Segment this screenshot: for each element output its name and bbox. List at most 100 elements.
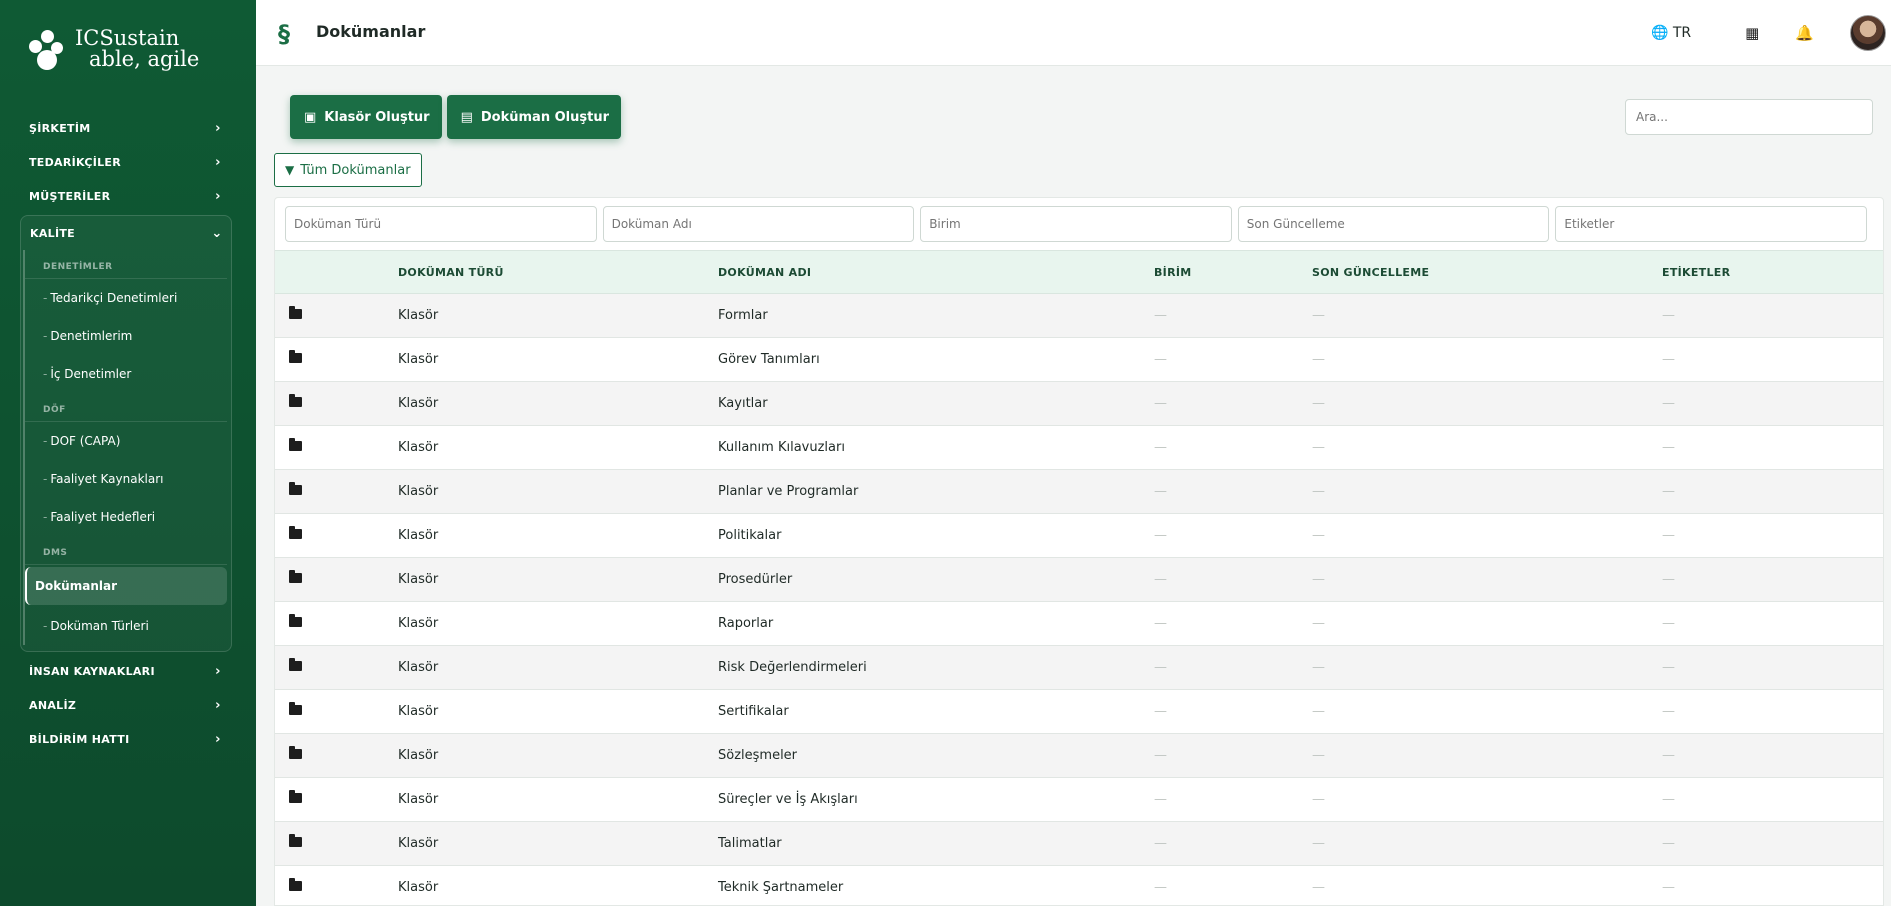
avatar[interactable] <box>1850 15 1886 51</box>
chevron-right-icon: › <box>215 731 221 747</box>
sidebar-item-tedarikciler[interactable]: TEDARİKÇİLER › <box>20 145 232 179</box>
sidebar-item-bildirim-hatti[interactable]: BİLDİRİM HATTI › <box>20 722 232 756</box>
table-row[interactable]: Klasör Prosedürler — — — <box>275 558 1883 602</box>
table-row[interactable]: Klasör Kayıtlar — — — <box>275 382 1883 426</box>
column-header-type[interactable]: DOKÜMAN TÜRÜ <box>398 266 718 279</box>
sidebar-subitem-dokumanlar[interactable]: Dokümanlar <box>25 567 227 605</box>
cell-type: Klasör <box>398 616 439 631</box>
cell-type: Klasör <box>398 748 439 763</box>
sidebar-nav: ŞİRKETİM › TEDARİKÇİLER › MÜŞTERİLER › K… <box>20 111 232 756</box>
cell-unit: — <box>1154 572 1167 587</box>
cell-name: Sözleşmeler <box>718 748 798 763</box>
sidebar-item-label: TEDARİKÇİLER <box>29 155 122 169</box>
cell-last-update: — <box>1312 660 1325 675</box>
cell-name: Prosedürler <box>718 572 793 587</box>
cell-last-update: — <box>1312 880 1325 895</box>
table-icon[interactable]: ▦ <box>1745 24 1759 42</box>
create-document-button[interactable]: ▤ Doküman Oluştur <box>446 95 621 139</box>
cell-tags: — <box>1662 572 1675 587</box>
language-code: TR <box>1672 25 1692 41</box>
search-input[interactable] <box>1625 99 1873 135</box>
table-row[interactable]: Klasör Görev Tanımları — — — <box>275 338 1883 382</box>
cell-unit: — <box>1154 748 1167 763</box>
sidebar-subitem-dokuman-turleri[interactable]: - Doküman Türleri <box>25 607 231 645</box>
filter-tags-input[interactable] <box>1555 206 1867 242</box>
table-row[interactable]: Klasör Talimatlar — — — <box>275 822 1883 866</box>
folder-icon <box>289 878 302 891</box>
cell-type: Klasör <box>398 836 439 851</box>
cell-tags: — <box>1662 704 1675 719</box>
cell-name: Teknik Şartnameler <box>718 880 844 895</box>
sidebar-item-musteriler[interactable]: MÜŞTERİLER › <box>20 179 232 213</box>
cell-tags: — <box>1662 528 1675 543</box>
cell-last-update: — <box>1312 792 1325 807</box>
sidebar-item-label: BİLDİRİM HATTI <box>29 732 130 746</box>
cell-name: Talimatlar <box>718 836 782 851</box>
column-header-name[interactable]: DOKÜMAN ADI <box>718 266 1154 279</box>
table-row[interactable]: Klasör Sözleşmeler — — — <box>275 734 1883 778</box>
action-buttons: ▣ Klasör Oluştur ▤ Doküman Oluştur <box>290 95 626 139</box>
sidebar-item-analiz[interactable]: ANALİZ › <box>20 688 232 722</box>
cell-unit: — <box>1154 440 1167 455</box>
brand-logo[interactable]: ICSustain able, agile <box>27 24 199 74</box>
sidebar-subitem-denetimlerim[interactable]: - Denetimlerim <box>25 317 231 355</box>
bell-icon[interactable]: 🔔 <box>1795 24 1814 42</box>
cell-unit: — <box>1154 352 1167 367</box>
cell-last-update: — <box>1312 572 1325 587</box>
all-documents-filter-button[interactable]: ▼ Tüm Dokümanlar <box>274 153 422 187</box>
folder-icon <box>289 834 302 847</box>
table-row[interactable]: Klasör Teknik Şartnameler — — — <box>275 866 1883 905</box>
cell-type: Klasör <box>398 572 439 587</box>
sidebar-item-sirketim[interactable]: ŞİRKETİM › <box>20 111 232 145</box>
table-row[interactable]: Klasör Süreçler ve İş Akışları — — — <box>275 778 1883 822</box>
folder-icon <box>289 526 302 539</box>
submenu-heading-dof: DÖF <box>25 393 227 422</box>
cell-last-update: — <box>1312 308 1325 323</box>
chevron-right-icon: › <box>215 120 221 136</box>
filter-document-type-input[interactable] <box>285 206 597 242</box>
sidebar-subitem-tedarikci-denetimleri[interactable]: - Tedarikçi Denetimleri <box>25 279 231 317</box>
page-title: Dokümanlar <box>316 22 426 41</box>
cell-type: Klasör <box>398 704 439 719</box>
table-row[interactable]: Klasör Sertifikalar — — — <box>275 690 1883 734</box>
sidebar-subitem-faaliyet-hedefleri[interactable]: - Faaliyet Hedefleri <box>25 498 231 536</box>
cell-tags: — <box>1662 308 1675 323</box>
app-s-icon[interactable]: § <box>278 20 290 48</box>
cell-unit: — <box>1154 792 1167 807</box>
folder-icon <box>289 570 302 583</box>
logo-mark-icon <box>27 26 71 72</box>
table-row[interactable]: Klasör Kullanım Kılavuzları — — — <box>275 426 1883 470</box>
cell-tags: — <box>1662 616 1675 631</box>
cell-unit: — <box>1154 616 1167 631</box>
table-row[interactable]: Klasör Formlar — — — <box>275 294 1883 338</box>
filter-document-name-input[interactable] <box>602 206 915 242</box>
sidebar-item-kalite[interactable]: KALİTE ⌄ <box>21 216 231 250</box>
cell-unit: — <box>1154 704 1167 719</box>
table-row[interactable]: Klasör Risk Değerlendirmeleri — — — <box>275 646 1883 690</box>
column-header-unit[interactable]: BİRİM <box>1154 266 1312 279</box>
column-header-last-update[interactable]: SON GÜNCELLEME <box>1312 266 1662 279</box>
language-selector[interactable]: 🌐 TR <box>1651 25 1691 41</box>
sidebar-subitem-dof-capa[interactable]: - DOF (CAPA) <box>25 422 231 460</box>
chevron-down-icon: ⌄ <box>211 225 223 241</box>
sidebar-subitem-ic-denetimler[interactable]: - İç Denetimler <box>25 355 231 393</box>
column-header-tags[interactable]: ETİKETLER <box>1662 266 1862 279</box>
sidebar-subitem-faaliyet-kaynaklari[interactable]: - Faaliyet Kaynakları <box>25 460 231 498</box>
folder-icon <box>289 702 302 715</box>
cell-tags: — <box>1662 440 1675 455</box>
cell-unit: — <box>1154 880 1167 895</box>
cell-name: Politikalar <box>718 528 782 543</box>
table-row[interactable]: Klasör Politikalar — — — <box>275 514 1883 558</box>
table-row[interactable]: Klasör Raporlar — — — <box>275 602 1883 646</box>
cell-type: Klasör <box>398 352 439 367</box>
folder-icon <box>289 658 302 671</box>
create-folder-button[interactable]: ▣ Klasör Oluştur <box>290 95 442 139</box>
cell-unit: — <box>1154 660 1167 675</box>
filter-unit-input[interactable] <box>920 206 1232 242</box>
sidebar-item-insan-kaynaklari[interactable]: İNSAN KAYNAKLARI › <box>20 654 232 688</box>
cell-last-update: — <box>1312 528 1325 543</box>
cell-tags: — <box>1662 748 1675 763</box>
filter-last-update-input[interactable] <box>1237 206 1550 242</box>
table-row[interactable]: Klasör Planlar ve Programlar — — — <box>275 470 1883 514</box>
cell-name: Raporlar <box>718 616 774 631</box>
